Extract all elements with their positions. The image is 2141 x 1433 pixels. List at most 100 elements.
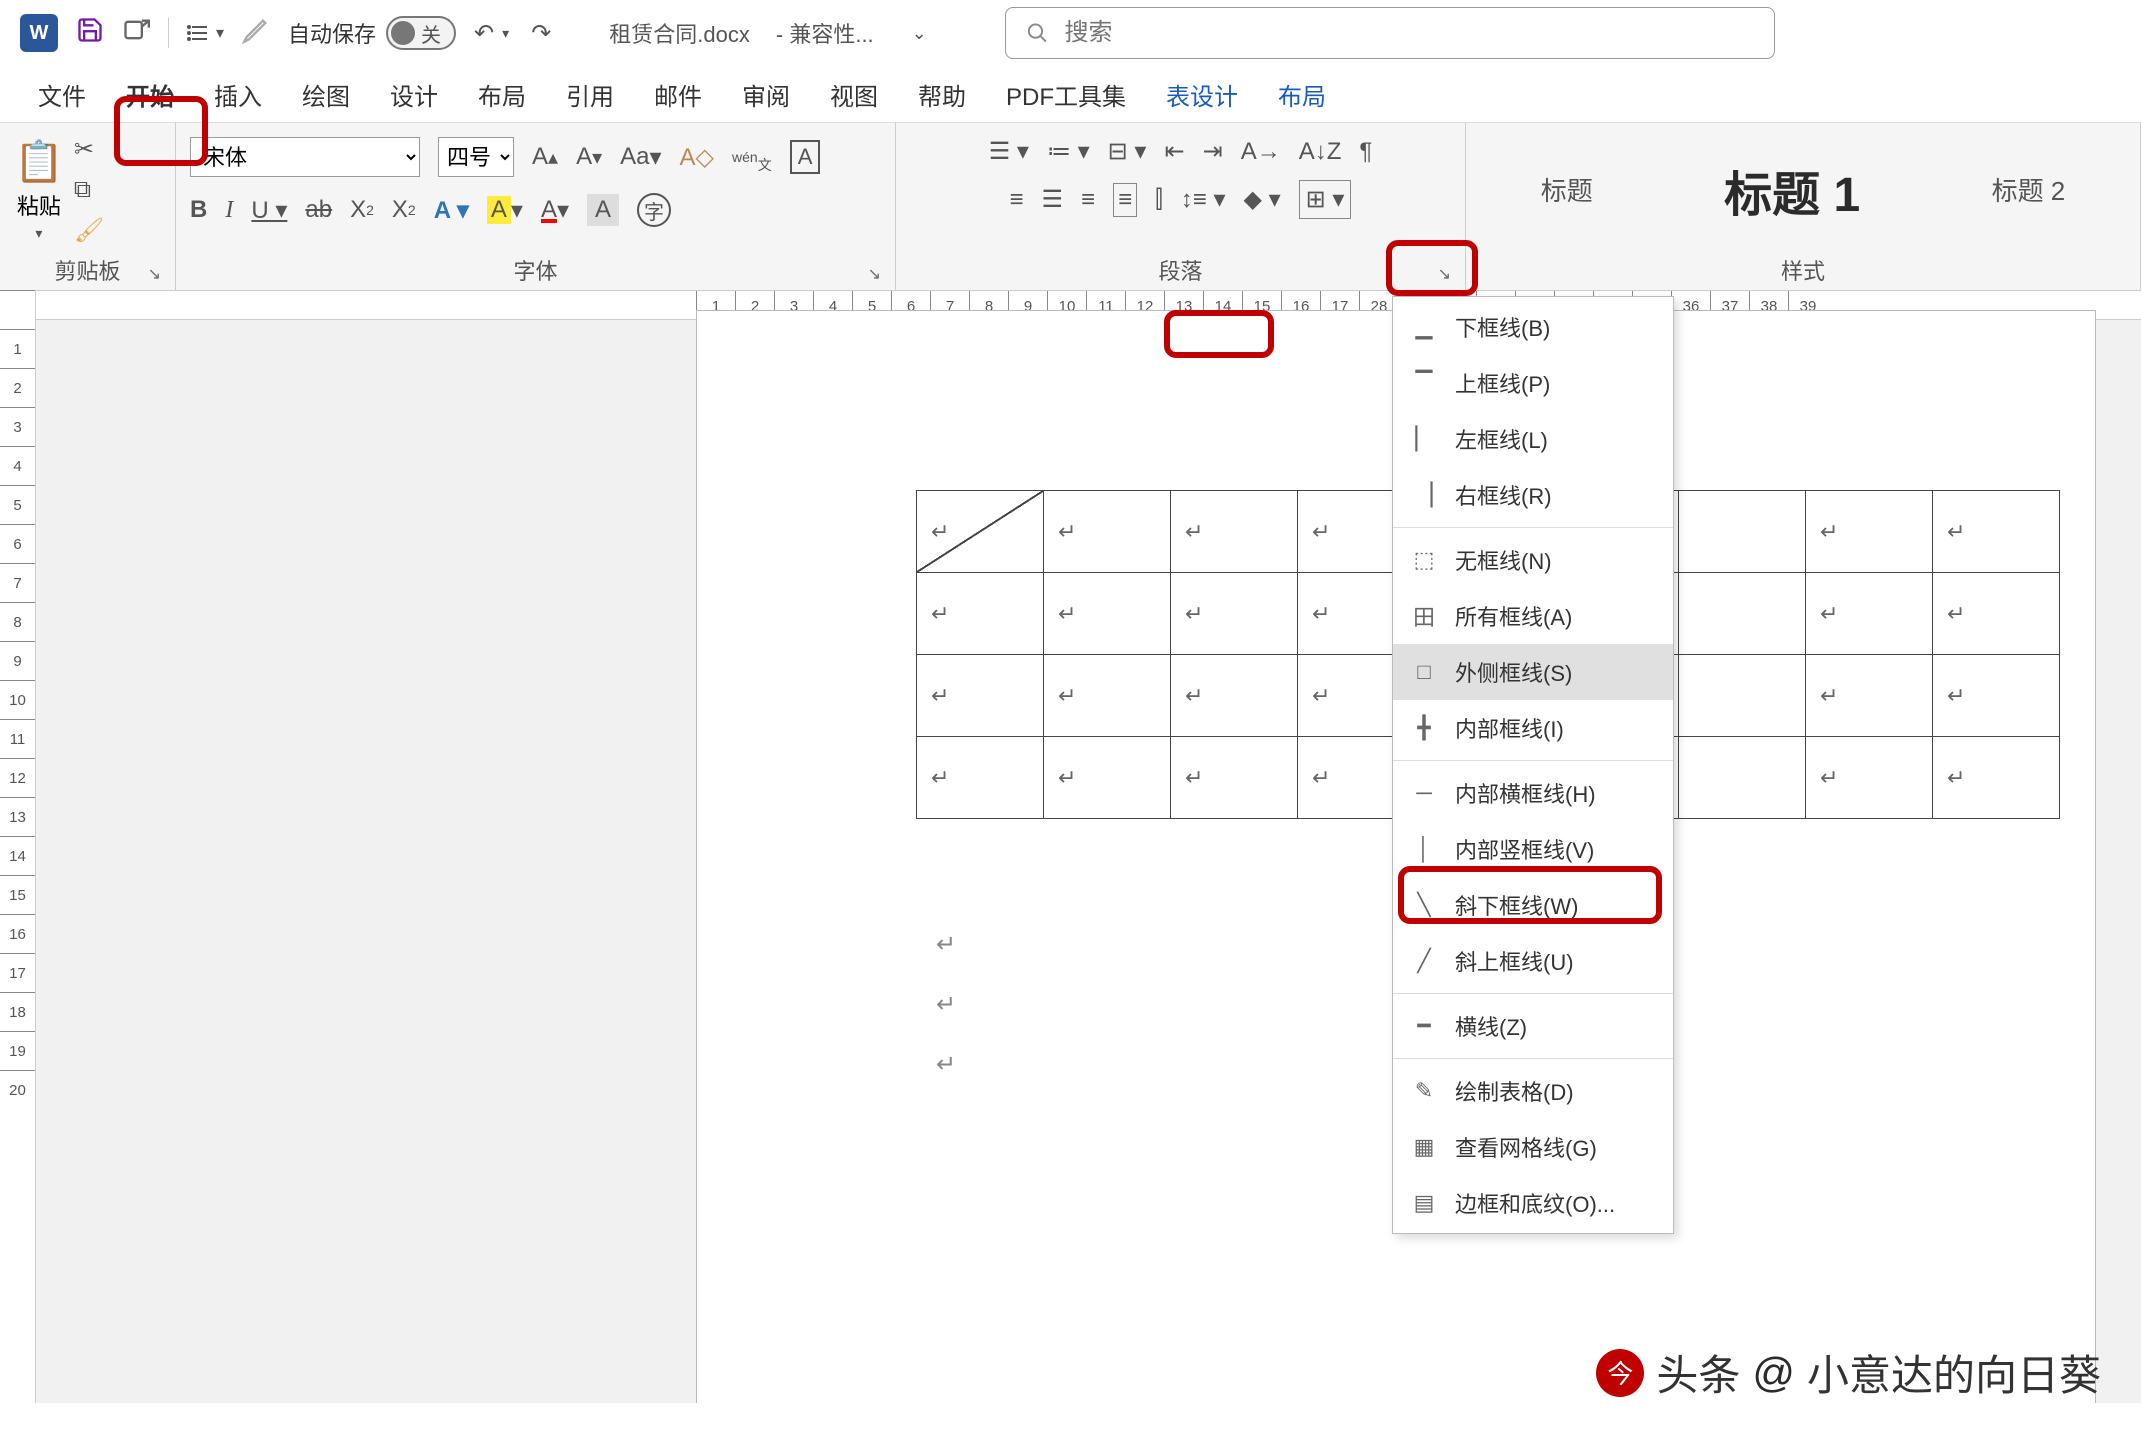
paste-dropdown-icon[interactable]: ▾ [35,225,42,242]
line-spacing-button[interactable]: ↕≡ ▾ [1181,185,1226,214]
change-case-button[interactable]: Aa ▾ [620,143,661,172]
table-cell[interactable]: ↵ [1171,655,1298,737]
character-border-icon[interactable]: A [790,140,821,174]
border-menu-item-hr[interactable]: ━横线(Z) [1393,998,1673,1054]
table-cell[interactable]: ↵ [1044,737,1171,819]
border-menu-item-outside[interactable]: □外侧框线(S) [1393,644,1673,700]
table-cell[interactable]: ↵ [1171,737,1298,819]
font-size-select[interactable]: 四号 [438,137,514,177]
redo-icon[interactable]: ↷ [531,19,551,48]
tab-design[interactable]: 设计 [374,67,454,122]
highlight-button[interactable]: A ▾ [487,196,523,225]
clipboard-launcher-icon[interactable]: ↘ [148,264,161,284]
border-menu-item-none[interactable]: ⬚无框线(N) [1393,532,1673,588]
table-cell[interactable]: ↵ [1171,491,1298,573]
font-name-select[interactable]: 宋体 [190,137,420,177]
ltr-direction-icon[interactable]: A→ [1241,138,1281,166]
distribute-icon[interactable]: ⫿ [1155,186,1163,214]
border-menu-item-bottom[interactable]: ▁下框线(B) [1393,299,1673,355]
cut-icon[interactable]: ✂ [74,135,104,164]
clear-formatting-icon[interactable]: A◇ [680,143,714,172]
tab-insert[interactable]: 插入 [198,67,278,122]
strikethrough-button[interactable]: ab [305,196,332,224]
style-heading2[interactable]: 标题 2 [1962,161,2096,218]
border-menu-item-left[interactable]: ▏左框线(L) [1393,411,1673,467]
style-normal[interactable]: 标题 [1511,161,1623,218]
border-menu-item-inside[interactable]: ╋内部框线(I) [1393,700,1673,756]
paste-icon[interactable]: 📋 [14,138,64,185]
phonetic-guide-icon[interactable]: wén文 [732,139,772,175]
tab-table-layout[interactable]: 布局 [1262,67,1342,122]
table-cell[interactable]: ↵ [917,655,1044,737]
toggle-switch[interactable]: 关 [386,16,456,50]
italic-button[interactable]: I [225,197,233,224]
table-cell[interactable]: ↵ [1933,737,2060,819]
border-menu-item-all[interactable]: 田所有框线(A) [1393,588,1673,644]
table-cell[interactable]: ↵ [1044,573,1171,655]
format-painter-icon[interactable]: 🖌 [74,216,104,245]
increase-indent-icon[interactable]: ⇥ [1203,137,1223,166]
border-menu-item-diag-down[interactable]: ╲斜下框线(W) [1393,877,1673,933]
tab-file[interactable]: 文件 [22,67,102,122]
tab-pdf[interactable]: PDF工具集 [990,67,1142,122]
sort-button[interactable]: A↓Z [1299,138,1342,166]
superscript-button[interactable]: X2 [392,196,416,224]
pen-icon[interactable] [242,16,270,50]
underline-button[interactable]: U ▾ [251,196,287,225]
subscript-button[interactable]: X2 [350,196,374,224]
decrease-indent-icon[interactable]: ⇤ [1164,137,1184,166]
tab-draw[interactable]: 绘图 [286,67,366,122]
table-cell[interactable]: ↵ [1044,655,1171,737]
search-input[interactable] [1064,19,1753,47]
undo-icon[interactable]: ↶ [474,19,494,48]
border-menu-item-draw[interactable]: ✎绘制表格(D) [1393,1063,1673,1119]
autosave-toggle[interactable]: 自动保存 关 [288,16,456,50]
border-menu-item-diag-up[interactable]: ╱斜上框线(U) [1393,933,1673,989]
search-box[interactable] [1005,7,1775,59]
align-left-icon[interactable]: ≡ [1010,186,1024,214]
table-cell[interactable]: ↵ [917,573,1044,655]
border-menu-item-dlg[interactable]: ▤边框和底纹(O)... [1393,1175,1673,1231]
border-menu-item-h[interactable]: ─内部横框线(H) [1393,765,1673,821]
tab-references[interactable]: 引用 [550,67,630,122]
table-cell[interactable]: ↵ [917,737,1044,819]
table-cell[interactable]: ↵ [1044,491,1171,573]
share-icon[interactable] [122,16,150,50]
tab-home[interactable]: 开始 [110,67,190,122]
numbering-button[interactable]: ≔ ▾ [1047,137,1090,166]
paragraph-launcher-icon[interactable]: ↘ [1438,264,1451,284]
tab-view[interactable]: 视图 [814,67,894,122]
text-effects-button[interactable]: A ▾ [434,196,469,225]
font-launcher-icon[interactable]: ↘ [868,264,881,284]
multilevel-button[interactable]: ⊟ ▾ [1108,137,1147,166]
tab-layout[interactable]: 布局 [462,67,542,122]
tab-help[interactable]: 帮助 [902,67,982,122]
tab-mailings[interactable]: 邮件 [638,67,718,122]
list-toggle-icon[interactable]: ▾ [187,21,224,45]
bullets-button[interactable]: ☰ ▾ [989,137,1029,166]
border-menu-item-grid[interactable]: ▦查看网格线(G) [1393,1119,1673,1175]
table-cell[interactable]: ↵ [1806,737,1933,819]
table-cell[interactable]: ↵ [917,491,1044,573]
table-cell[interactable]: ↵ [1933,573,2060,655]
table-cell[interactable]: ↵ [1171,573,1298,655]
borders-button[interactable]: ⊞ ▾ [1299,180,1352,219]
border-menu-item-right[interactable]: ▕右框线(R) [1393,467,1673,523]
border-menu-item-top[interactable]: ▔上框线(P) [1393,355,1673,411]
border-menu-item-v[interactable]: │内部竖框线(V) [1393,821,1673,877]
table-cell[interactable]: ↵ [1933,655,2060,737]
undo-dropdown-icon[interactable]: ▾ [502,25,509,42]
increase-font-icon[interactable]: A▴ [532,143,558,171]
align-right-icon[interactable]: ≡ [1081,186,1095,214]
character-shading-button[interactable]: A [587,194,619,226]
table-cell[interactable]: ↵ [1806,655,1933,737]
table-cell[interactable]: ↵ [1933,491,2060,573]
decrease-font-icon[interactable]: A▾ [576,143,602,171]
tab-table-design[interactable]: 表设计 [1150,67,1254,122]
bold-button[interactable]: B [190,196,207,224]
align-justify-icon[interactable]: ≡ [1113,183,1137,217]
table-cell[interactable]: ↵ [1806,573,1933,655]
align-center-icon[interactable]: ☰ [1042,185,1064,214]
save-icon[interactable] [76,16,104,50]
show-marks-button[interactable]: ¶ [1359,138,1372,166]
